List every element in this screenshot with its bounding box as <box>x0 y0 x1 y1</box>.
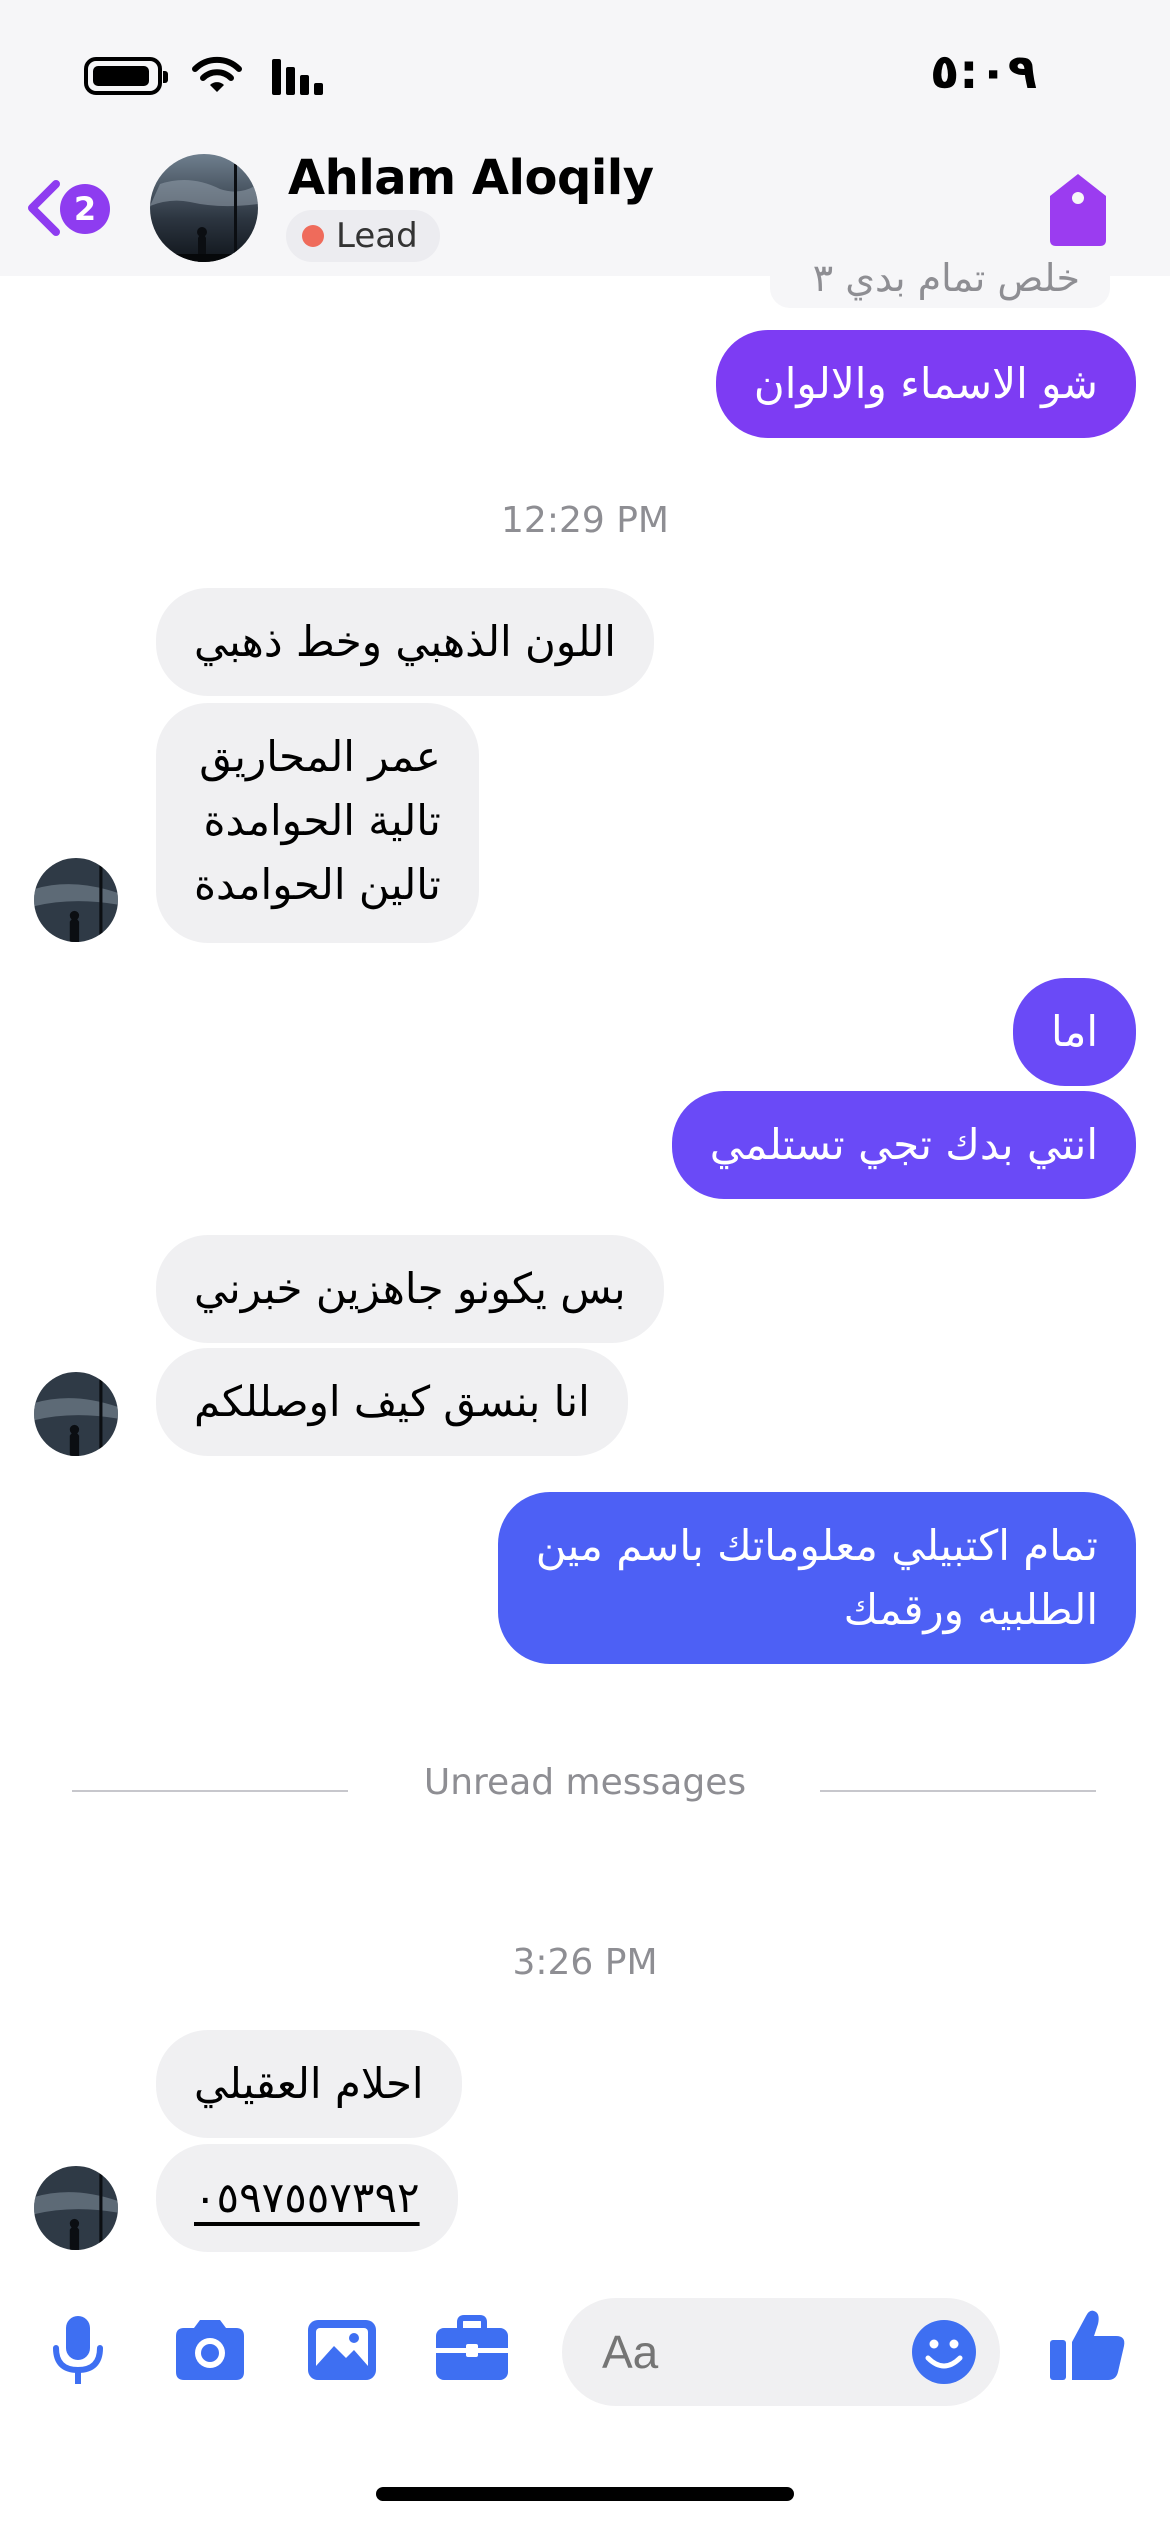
partial-message: خلص تمام بدي ٣ <box>770 248 1110 308</box>
lead-label: Lead <box>336 216 418 256</box>
cellular-signal-icon <box>272 57 323 95</box>
wifi-icon <box>192 56 242 92</box>
tag-icon <box>1050 174 1106 246</box>
message-bubble-incoming[interactable]: انا بنسق كيف اوصللكم <box>156 1348 628 1456</box>
briefcase-icon <box>436 2315 508 2380</box>
thumbs-up-icon <box>1050 2310 1125 2380</box>
back-button[interactable]: 2 <box>24 172 134 244</box>
unread-divider-right <box>820 1790 1096 1792</box>
message-input[interactable] <box>602 2320 902 2384</box>
message-timestamp: 12:29 PM <box>501 500 669 541</box>
camera-button[interactable] <box>170 2310 250 2390</box>
microphone-icon <box>53 2316 103 2384</box>
image-icon <box>308 2320 376 2380</box>
sender-avatar[interactable] <box>34 1372 118 1456</box>
contact-name[interactable]: Ahlam Aloqily <box>288 150 654 206</box>
battery-icon <box>84 57 168 95</box>
message-timestamp: 3:26 PM <box>512 1942 658 1983</box>
contact-avatar[interactable] <box>150 154 258 262</box>
message-bubble-incoming[interactable]: بس يكونو جاهزين خبرني <box>156 1235 664 1343</box>
message-bubble-incoming[interactable]: اللون الذهبي وخط ذهبي <box>156 588 654 696</box>
tag-button[interactable] <box>1040 170 1116 250</box>
camera-icon <box>176 2320 244 2380</box>
unread-messages-label: Unread messages <box>423 1762 747 1803</box>
smiley-icon <box>912 2320 976 2384</box>
status-dot-icon <box>302 225 324 247</box>
home-indicator[interactable] <box>376 2487 794 2501</box>
message-bubble-outgoing[interactable]: انتي بدك تجي تستلمي <box>671 1091 1136 1199</box>
message-composer <box>0 2270 1170 2420</box>
message-bubble-outgoing[interactable]: اما <box>1013 978 1136 1086</box>
status-icons <box>84 56 323 96</box>
message-bubble-incoming[interactable]: احلام العقيلي <box>156 2030 462 2138</box>
lead-status-chip[interactable]: Lead <box>286 210 440 262</box>
business-tools-button[interactable] <box>432 2310 512 2390</box>
gallery-button[interactable] <box>302 2310 382 2390</box>
message-bubble-outgoing[interactable]: تمام اكتبيلي معلوماتك باسم مين الطلبيه و… <box>497 1492 1136 1664</box>
unread-count-badge: 2 <box>60 184 110 234</box>
message-bubble-incoming[interactable]: عمر المحاريق تالية الحوامدة تالين الحوام… <box>156 703 479 943</box>
microphone-button[interactable] <box>38 2310 118 2390</box>
emoji-button[interactable] <box>908 2316 980 2388</box>
sender-avatar[interactable] <box>34 2166 118 2250</box>
sender-avatar[interactable] <box>34 858 118 942</box>
status-bar: ٥:٠٩ <box>0 0 1170 150</box>
phone-number-message[interactable]: ٠٥٩٧٥٥٧٣٩٢ <box>156 2144 458 2252</box>
message-input-container[interactable] <box>562 2298 1000 2406</box>
like-button[interactable] <box>1046 2302 1126 2382</box>
message-bubble-outgoing[interactable]: شو الاسماء والالوان <box>715 330 1136 438</box>
status-time: ٥:٠٩ <box>930 44 1038 100</box>
chevron-left-icon <box>28 180 60 236</box>
